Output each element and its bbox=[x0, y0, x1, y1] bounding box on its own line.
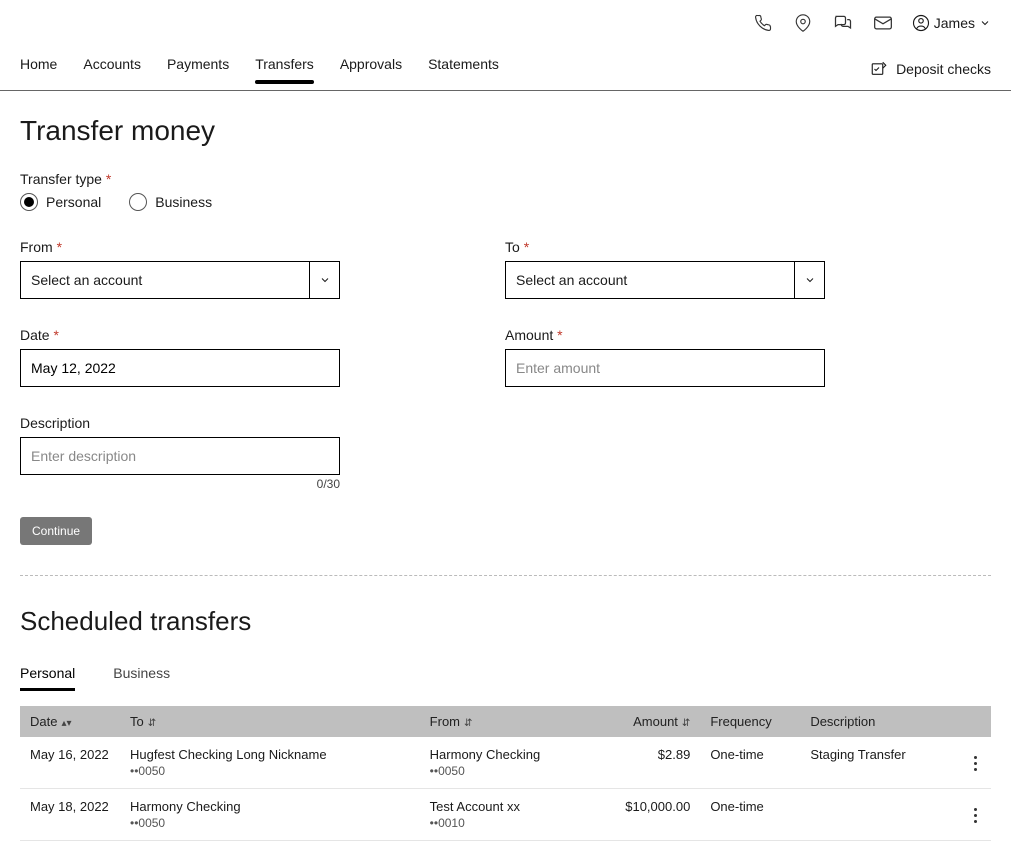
chevron-down-icon bbox=[309, 262, 339, 298]
deposit-icon bbox=[870, 60, 888, 78]
scheduled-table: Date▴▾ To⇵ From⇵ Amount⇵ Frequency Descr… bbox=[20, 706, 991, 841]
to-label: To * bbox=[505, 239, 840, 255]
section-divider bbox=[20, 575, 991, 576]
nav-accounts[interactable]: Accounts bbox=[83, 56, 141, 82]
cell-date: May 18, 2022 bbox=[20, 789, 120, 841]
mail-icon[interactable] bbox=[872, 12, 894, 34]
sort-icon: ⇵ bbox=[682, 718, 690, 729]
cell-date: May 16, 2022 bbox=[20, 737, 120, 789]
page-title: Transfer money bbox=[20, 115, 991, 147]
table-row: May 16, 2022 Hugfest Checking Long Nickn… bbox=[20, 737, 991, 789]
cell-frequency: One-time bbox=[700, 737, 800, 789]
main-nav: Home Accounts Payments Transfers Approva… bbox=[0, 38, 1011, 91]
chevron-down-icon bbox=[979, 17, 991, 29]
chat-icon[interactable] bbox=[832, 12, 854, 34]
chevron-down-icon bbox=[794, 262, 824, 298]
row-actions-menu[interactable] bbox=[970, 802, 981, 829]
table-row: May 18, 2022 Harmony Checking ••0050 Tes… bbox=[20, 789, 991, 841]
nav-statements[interactable]: Statements bbox=[428, 56, 499, 82]
transfer-type-label: Transfer type * bbox=[20, 171, 991, 187]
deposit-label: Deposit checks bbox=[896, 61, 991, 77]
date-label: Date * bbox=[20, 327, 355, 343]
phone-icon[interactable] bbox=[752, 12, 774, 34]
to-account-select[interactable]: Select an account bbox=[505, 261, 825, 299]
date-input[interactable] bbox=[20, 349, 340, 387]
radio-business[interactable]: Business bbox=[129, 193, 212, 211]
cell-amount: $2.89 bbox=[600, 737, 700, 789]
utility-bar: James bbox=[0, 0, 1011, 38]
user-menu[interactable]: James bbox=[912, 14, 991, 32]
cell-frequency: One-time bbox=[700, 789, 800, 841]
col-date[interactable]: Date▴▾ bbox=[20, 706, 120, 737]
row-actions-menu[interactable] bbox=[970, 750, 981, 777]
cell-description bbox=[800, 789, 960, 841]
description-counter: 0/30 bbox=[20, 477, 340, 491]
location-icon[interactable] bbox=[792, 12, 814, 34]
amount-label: Amount * bbox=[505, 327, 840, 343]
continue-button[interactable]: Continue bbox=[20, 517, 92, 545]
cell-from: Test Account xx ••0010 bbox=[420, 789, 601, 841]
amount-input[interactable] bbox=[505, 349, 825, 387]
nav-home[interactable]: Home bbox=[20, 56, 57, 82]
description-label: Description bbox=[20, 415, 340, 431]
user-icon bbox=[912, 14, 930, 32]
user-name: James bbox=[934, 15, 975, 31]
col-to[interactable]: To⇵ bbox=[120, 706, 420, 737]
deposit-checks-link[interactable]: Deposit checks bbox=[870, 60, 991, 78]
col-description[interactable]: Description bbox=[800, 706, 960, 737]
cell-from: Harmony Checking ••0050 bbox=[420, 737, 601, 789]
cell-to: Hugfest Checking Long Nickname ••0050 bbox=[120, 737, 420, 789]
nav-transfers[interactable]: Transfers bbox=[255, 56, 314, 82]
cell-to: Harmony Checking ••0050 bbox=[120, 789, 420, 841]
sort-icon: ⇵ bbox=[464, 718, 472, 729]
cell-amount: $10,000.00 bbox=[600, 789, 700, 841]
description-input[interactable] bbox=[20, 437, 340, 475]
scheduled-title: Scheduled transfers bbox=[20, 606, 991, 637]
col-from[interactable]: From⇵ bbox=[420, 706, 601, 737]
radio-personal[interactable]: Personal bbox=[20, 193, 101, 211]
from-account-select[interactable]: Select an account bbox=[20, 261, 340, 299]
nav-approvals[interactable]: Approvals bbox=[340, 56, 402, 82]
from-label: From * bbox=[20, 239, 355, 255]
sort-icon: ⇵ bbox=[148, 718, 156, 729]
tab-personal[interactable]: Personal bbox=[20, 665, 75, 691]
tab-business[interactable]: Business bbox=[113, 665, 170, 691]
col-frequency[interactable]: Frequency bbox=[700, 706, 800, 737]
nav-payments[interactable]: Payments bbox=[167, 56, 229, 82]
sort-asc-icon: ▴▾ bbox=[61, 718, 71, 729]
cell-description: Staging Transfer bbox=[800, 737, 960, 789]
col-amount[interactable]: Amount⇵ bbox=[600, 706, 700, 737]
